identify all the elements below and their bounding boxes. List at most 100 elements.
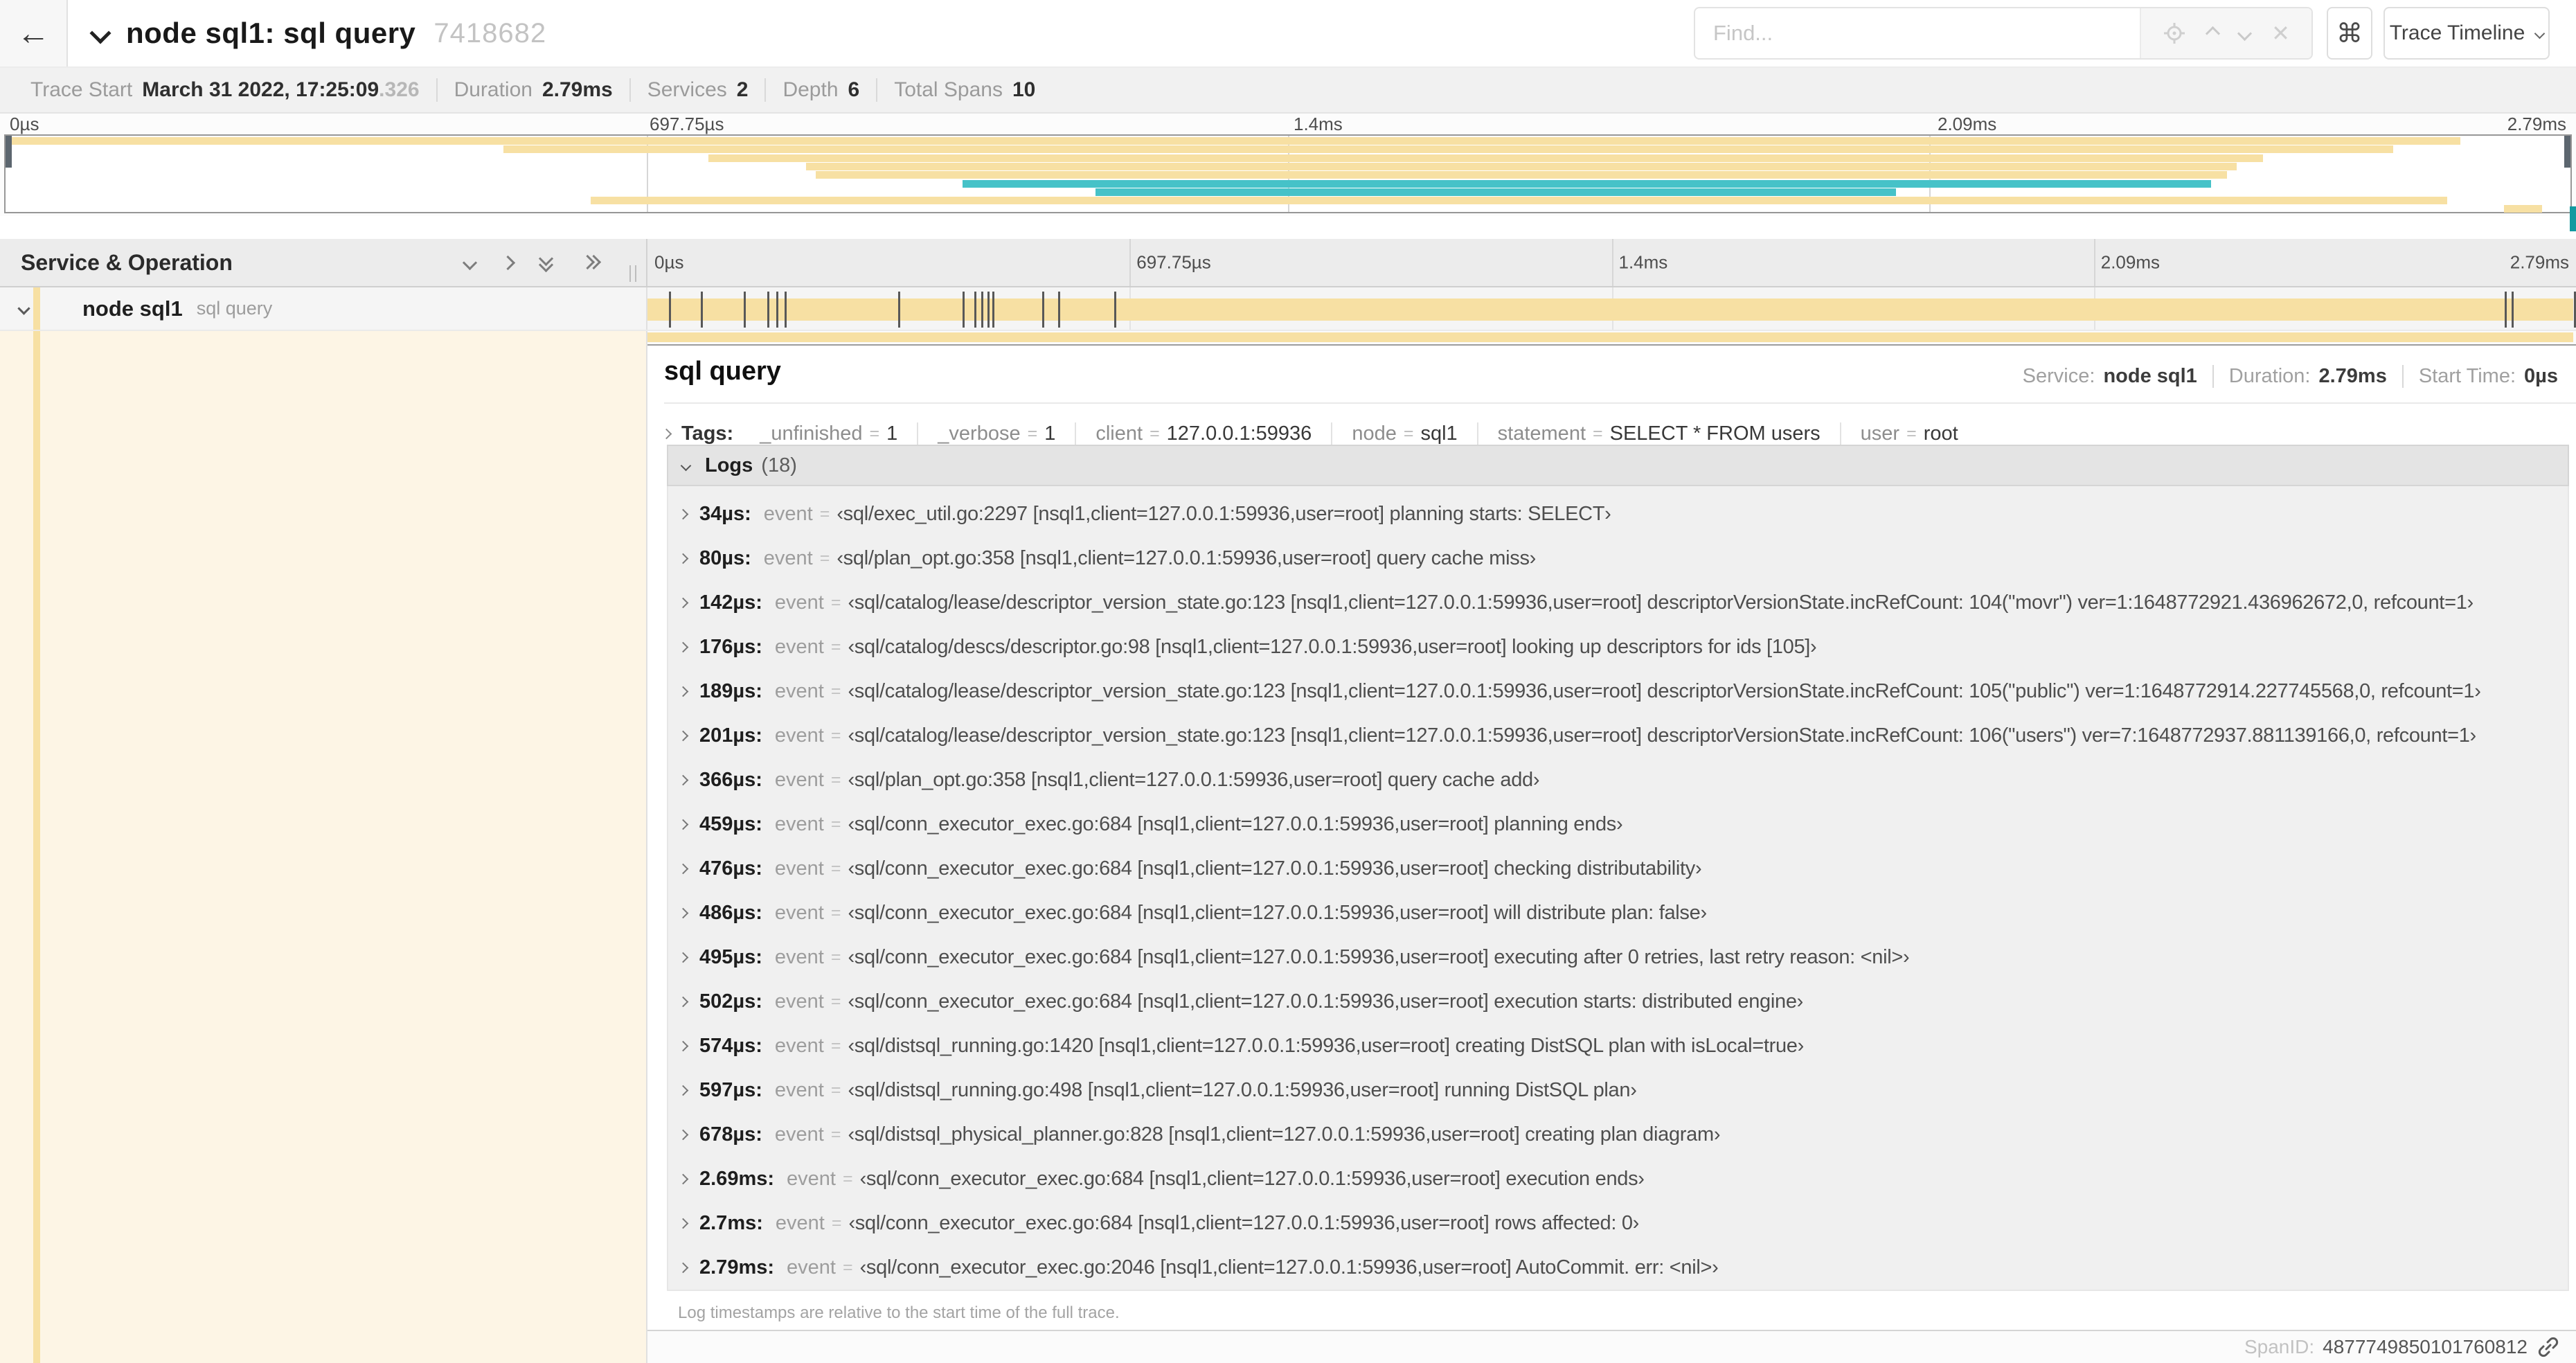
log-marker-tick[interactable]	[743, 292, 746, 328]
log-entry-row[interactable]: 2.7ms: event = ‹sql/conn_executor_exec.g…	[668, 1201, 2568, 1245]
log-expand-chevron-icon[interactable]	[677, 907, 689, 918]
minimap-right-handle[interactable]	[2564, 136, 2570, 168]
log-marker-tick[interactable]	[898, 292, 901, 328]
tag-key: _verbose	[938, 422, 1021, 445]
log-entry-row[interactable]: 201µs: event = ‹sql/catalog/lease/descri…	[668, 713, 2568, 758]
find-clear-icon[interactable]: ✕	[2271, 20, 2290, 46]
minimap-span-bar	[1095, 188, 1896, 196]
summary-label: Services	[647, 78, 727, 101]
span-row-name-column[interactable]: node sql1 sql query	[0, 287, 647, 330]
log-expand-chevron-icon[interactable]	[677, 952, 689, 963]
log-entry-row[interactable]: 597µs: event = ‹sql/distsql_running.go:4…	[668, 1068, 2568, 1112]
keyboard-shortcuts-button[interactable]: ⌘	[2327, 7, 2372, 60]
log-entry-row[interactable]: 2.69ms: event = ‹sql/conn_executor_exec.…	[668, 1157, 2568, 1201]
tag-value: SELECT * FROM users	[1609, 422, 1821, 445]
log-field-key: event	[774, 812, 824, 835]
log-marker-tick[interactable]	[981, 292, 984, 328]
deep-link-icon[interactable]	[2537, 1336, 2559, 1358]
log-marker-tick[interactable]	[668, 292, 671, 328]
expand-one-icon[interactable]	[500, 255, 516, 270]
span-row[interactable]: node sql1 sql query	[0, 287, 2576, 331]
find-prev-icon[interactable]	[2205, 26, 2221, 41]
log-marker-tick[interactable]	[987, 292, 990, 328]
log-field-value: ‹sql/catalog/lease/descriptor_version_st…	[848, 679, 2481, 702]
log-field-key: event	[774, 1123, 824, 1146]
tag-equals: =	[1593, 423, 1603, 443]
log-expand-chevron-icon[interactable]	[677, 863, 689, 874]
child-span-bar[interactable]	[647, 332, 2573, 342]
log-marker-tick[interactable]	[1113, 292, 1116, 328]
logs-accordion-header[interactable]: Logs (18)	[667, 445, 2569, 486]
collapse-all-icon[interactable]	[538, 251, 555, 273]
log-expand-chevron-icon[interactable]	[677, 774, 689, 785]
log-entry-row[interactable]: 476µs: event = ‹sql/conn_executor_exec.g…	[668, 846, 2568, 891]
log-timestamp: 502µs:	[699, 990, 762, 1013]
log-expand-chevron-icon[interactable]	[677, 1085, 689, 1096]
trace-collapse-chevron-icon[interactable]	[89, 22, 111, 44]
log-entry-row[interactable]: 495µs: event = ‹sql/conn_executor_exec.g…	[668, 935, 2568, 979]
log-expand-chevron-icon[interactable]	[677, 1129, 689, 1140]
log-expand-chevron-icon[interactable]	[677, 553, 689, 564]
log-marker-tick[interactable]	[992, 292, 995, 328]
log-expand-chevron-icon[interactable]	[677, 1218, 689, 1229]
span-duration-bar[interactable]	[647, 299, 2573, 321]
log-expand-chevron-icon[interactable]	[677, 1040, 689, 1051]
log-marker-tick[interactable]	[784, 292, 787, 328]
log-marker-tick[interactable]	[2512, 292, 2514, 328]
log-entry-row[interactable]: 2.79ms: event = ‹sql/conn_executor_exec.…	[668, 1245, 2568, 1290]
log-entry-row[interactable]: 142µs: event = ‹sql/catalog/lease/descri…	[668, 580, 2568, 625]
minimap-left-handle[interactable]	[6, 136, 12, 168]
log-equals: =	[830, 814, 841, 834]
summary-item: Services 2	[629, 78, 765, 102]
log-marker-tick[interactable]	[767, 292, 769, 328]
log-expand-chevron-icon[interactable]	[677, 1173, 689, 1184]
log-marker-tick[interactable]	[700, 292, 703, 328]
log-entry-row[interactable]: 80µs: event = ‹sql/plan_opt.go:358 [nsql…	[668, 536, 2568, 580]
log-marker-tick[interactable]	[963, 292, 965, 328]
log-expand-chevron-icon[interactable]	[677, 641, 689, 652]
log-expand-chevron-icon[interactable]	[677, 819, 689, 830]
log-marker-tick[interactable]	[1041, 292, 1044, 328]
locate-icon[interactable]	[2163, 21, 2186, 45]
log-entry-row[interactable]: 678µs: event = ‹sql/distsql_physical_pla…	[668, 1112, 2568, 1157]
log-marker-tick[interactable]	[974, 292, 977, 328]
log-marker-tick[interactable]	[1057, 292, 1060, 328]
find-next-icon[interactable]	[2237, 26, 2253, 41]
log-entry-row[interactable]: 486µs: event = ‹sql/conn_executor_exec.g…	[668, 891, 2568, 935]
minimap-tick-labels: 0µs 697.75µs 1.4ms 2.09ms 2.79ms	[0, 114, 2576, 134]
log-expand-chevron-icon[interactable]	[677, 1262, 689, 1273]
expand-all-icon[interactable]	[580, 254, 602, 270]
log-marker-tick[interactable]	[776, 292, 778, 328]
log-entry-row[interactable]: 502µs: event = ‹sql/conn_executor_exec.g…	[668, 979, 2568, 1024]
service-operation-header: Service & Operation	[0, 239, 647, 286]
service-operation-label: Service & Operation	[21, 249, 233, 275]
log-expand-chevron-icon[interactable]	[677, 686, 689, 697]
collapse-one-icon[interactable]	[462, 255, 478, 270]
logs-list: 34µs: event = ‹sql/exec_util.go:2297 [ns…	[667, 486, 2569, 1291]
find-input[interactable]	[1695, 8, 2140, 58]
log-entry-row[interactable]: 34µs: event = ‹sql/exec_util.go:2297 [ns…	[668, 492, 2568, 536]
view-selector-button[interactable]: Trace Timeline	[2383, 7, 2550, 60]
log-entry-row[interactable]: 459µs: event = ‹sql/conn_executor_exec.g…	[668, 802, 2568, 846]
back-button[interactable]: ←	[0, 0, 68, 66]
tag-key: _unfinished	[760, 422, 863, 445]
tag-key: node	[1352, 422, 1397, 445]
span-collapse-chevron-icon[interactable]	[17, 302, 30, 315]
log-expand-chevron-icon[interactable]	[677, 730, 689, 741]
tag-value: 1	[886, 422, 898, 445]
tags-expand-chevron-icon[interactable]	[661, 428, 672, 439]
minimap-canvas[interactable]	[4, 134, 2572, 213]
log-entry-row[interactable]: 189µs: event = ‹sql/catalog/lease/descri…	[668, 669, 2568, 713]
log-equals: =	[830, 681, 841, 701]
log-expand-chevron-icon[interactable]	[677, 508, 689, 519]
log-marker-tick[interactable]	[2505, 292, 2507, 328]
log-expand-chevron-icon[interactable]	[677, 996, 689, 1007]
log-field-key: event	[774, 857, 824, 880]
log-entry-row[interactable]: 176µs: event = ‹sql/catalog/descs/descri…	[668, 625, 2568, 669]
logs-collapse-chevron-icon[interactable]	[680, 460, 692, 471]
log-expand-chevron-icon[interactable]	[677, 597, 689, 608]
log-entry-row[interactable]: 366µs: event = ‹sql/plan_opt.go:358 [nsq…	[668, 758, 2568, 802]
log-entry-row[interactable]: 574µs: event = ‹sql/distsql_running.go:1…	[668, 1024, 2568, 1068]
column-resize-grip[interactable]	[629, 265, 636, 282]
tag-value: root	[1923, 422, 1958, 445]
